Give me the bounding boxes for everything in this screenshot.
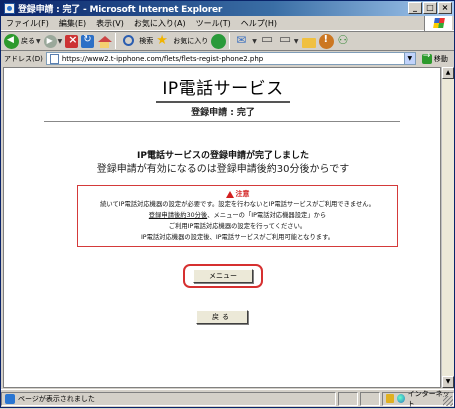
caution-line-4: IP電話対応機器の設定後、IP電話サービスがご利用可能となります。 xyxy=(140,234,335,241)
page-done-icon xyxy=(5,393,15,404)
warning-icon xyxy=(225,190,234,198)
caution-title-text: 注意 xyxy=(235,190,250,198)
menu-file[interactable]: ファイル(F) xyxy=(1,18,54,29)
address-bar: アドレス(D) https://www2.t-ipphone.com/flets… xyxy=(1,51,454,66)
back-toolbar-button[interactable]: 戻る ▼ xyxy=(4,32,41,50)
menu-tools[interactable]: ツール(T) xyxy=(191,18,236,29)
go-button[interactable]: 移動 xyxy=(420,51,448,64)
caution-box: 注意 続いてIP電話対応機器の設定が必要です。設定を行わないとIP電話サービスが… xyxy=(77,185,398,247)
search-icon xyxy=(122,34,137,49)
edit-icon xyxy=(278,32,293,49)
go-label: 移動 xyxy=(433,54,448,63)
media-button[interactable] xyxy=(211,32,227,50)
refresh-button[interactable] xyxy=(81,32,95,50)
address-dropdown-icon[interactable]: ▼ xyxy=(403,53,415,64)
windows-logo-icon xyxy=(424,16,452,31)
page-icon xyxy=(49,53,59,64)
ie-app-icon xyxy=(4,3,15,14)
forward-arrow-icon xyxy=(43,34,57,48)
back-arrow-icon xyxy=(4,33,19,49)
mail-dropdown-icon[interactable]: ▼ xyxy=(252,38,257,45)
heading-wrap: IP電話サービス xyxy=(4,74,440,103)
print-icon xyxy=(260,32,275,49)
status-text: ページが表示されました xyxy=(18,394,95,403)
standard-toolbar: 戻る ▼ ▼ 検索 ★ お気に入り ▼ ▼ xyxy=(1,31,454,51)
media-icon xyxy=(211,33,227,49)
menu-help[interactable]: ヘルプ(H) xyxy=(236,18,282,29)
lock-icon xyxy=(386,394,394,403)
mail-icon xyxy=(236,33,251,49)
status-bar: ページが表示されました インターネット xyxy=(1,389,454,408)
mail-button[interactable]: ▼ xyxy=(236,32,257,50)
menu-edit[interactable]: 編集(E) xyxy=(54,18,91,29)
home-button[interactable] xyxy=(97,32,113,50)
home-icon xyxy=(97,34,113,49)
menu-view[interactable]: 表示(V) xyxy=(91,18,129,29)
refresh-icon xyxy=(81,34,95,48)
back-toolbar-label: 戻る xyxy=(21,37,35,45)
status-message: ページが表示されました xyxy=(1,391,336,406)
msn-alert-icon xyxy=(318,33,334,49)
edit-button[interactable]: ▼ xyxy=(278,32,299,50)
status-panel xyxy=(338,391,358,406)
search-toolbar-button[interactable]: 検索 xyxy=(122,32,153,50)
minimize-button[interactable]: _ xyxy=(408,2,422,14)
edit-dropdown-icon[interactable]: ▼ xyxy=(294,38,299,45)
maximize-button[interactable]: □ xyxy=(423,2,437,14)
menu-button[interactable]: メニュー xyxy=(193,269,253,283)
address-input[interactable]: https://www2.t-ipphone.com/flets/flets-r… xyxy=(45,52,416,65)
toolbar-separator xyxy=(115,33,117,49)
page-subtitle: 登録申請 : 完了 xyxy=(191,108,255,118)
title-bar[interactable]: 登録申請 : 完了 - Microsoft Internet Explorer … xyxy=(1,1,454,16)
vertical-scrollbar[interactable]: ▲ ▼ xyxy=(441,67,454,388)
back-button[interactable]: 戻る xyxy=(196,310,248,324)
back-dropdown-icon[interactable]: ▼ xyxy=(36,38,41,45)
go-arrow-icon xyxy=(421,51,432,64)
menu-bar: ファイル(F) 編集(E) 表示(V) お気に入り(A) ツール(T) ヘルプ(… xyxy=(1,16,454,31)
browser-window: 登録申請 : 完了 - Microsoft Internet Explorer … xyxy=(0,0,455,408)
forward-dropdown-icon[interactable]: ▼ xyxy=(58,38,63,45)
window-controls: _ □ × xyxy=(408,2,452,14)
forward-toolbar-button[interactable]: ▼ xyxy=(43,32,63,50)
favorites-star-icon: ★ xyxy=(156,32,168,48)
caution-emphasis: 登録申請後約30分後 xyxy=(148,212,208,219)
globe-icon xyxy=(396,394,405,403)
caution-line-3: ご利用IP電話対応機器の設定を行ってください。 xyxy=(168,223,307,230)
address-url[interactable]: https://www2.t-ipphone.com/flets/flets-r… xyxy=(62,55,263,63)
caution-line-2: 登録申請後約30分後、メニューの「IP電話対応機器設定」から xyxy=(78,210,397,221)
status-panel xyxy=(360,391,380,406)
toolbar-separator xyxy=(229,33,231,49)
folder-button[interactable] xyxy=(301,32,316,50)
folder-icon xyxy=(301,37,316,48)
window-title: 登録申請 : 完了 - Microsoft Internet Explorer xyxy=(18,5,223,15)
activation-notice: 登録申請が有効になるのは登録申請後約30分後からです xyxy=(96,164,350,175)
menu-favorites[interactable]: お気に入り(A) xyxy=(129,18,191,29)
messenger-icon xyxy=(337,33,352,49)
stop-icon xyxy=(65,33,79,48)
print-button[interactable] xyxy=(260,32,275,50)
search-toolbar-label: 検索 xyxy=(139,37,154,45)
messenger-button[interactable] xyxy=(337,32,352,50)
page-content: IP電話サービス 登録申請 : 完了 IP電話サービスの登録申請が完了しました … xyxy=(3,67,441,388)
caution-title: 注意 xyxy=(78,189,397,199)
scroll-down-icon[interactable]: ▼ xyxy=(442,376,454,388)
favorites-toolbar-label: お気に入り xyxy=(173,37,209,45)
resize-grip-icon[interactable] xyxy=(443,396,453,406)
msn-button[interactable] xyxy=(318,32,334,50)
favorites-toolbar-button[interactable]: ★ お気に入り xyxy=(156,32,208,50)
close-button[interactable]: × xyxy=(438,2,452,14)
address-label: アドレス(D) xyxy=(4,54,43,63)
page-title: IP電話サービス xyxy=(156,74,290,103)
caution-line-2-rest: 、メニューの「IP電話対応機器設定」から xyxy=(207,212,327,219)
stop-button[interactable] xyxy=(65,32,79,50)
scroll-up-icon[interactable]: ▲ xyxy=(442,67,454,79)
caution-line-1: 続いてIP電話対応機器の設定が必要です。設定を行わないとIP電話サービスがご利用… xyxy=(100,201,375,208)
divider xyxy=(44,121,400,122)
